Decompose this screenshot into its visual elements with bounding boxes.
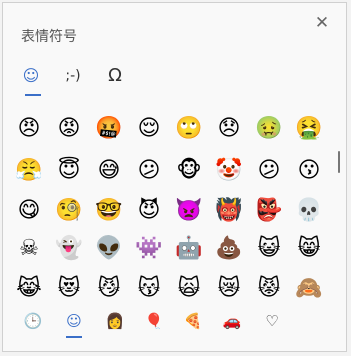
emoji-cell[interactable]: 😤 [11,153,47,189]
tab-symbols[interactable]: Ω [101,61,129,91]
emoji-cell[interactable]: 😅 [91,153,127,189]
emoji-cell[interactable]: 💩 [211,231,247,267]
emoji-grid: 😠 😡 🤬 😌 🙄 😞 🤢 🤮 😤 😇 😅 😕 🐵 🤡 😕 😗 😋 🧐 🤓 😈 👿 👹 👺 💀 ☠ 👻 👽 👾 🤖 💩 😺 😸 😹 😻 😼 😽 🙀 😿 😾 🙈 [11,105,331,301]
category-active-indicator [66,336,82,338]
emoji-row: 😋 🧐 🤓 😈 👿 👹 👺 💀 [11,193,331,229]
emoji-cell[interactable]: 😾 [251,271,287,301]
scrollbar[interactable] [338,151,340,173]
emoji-cell[interactable]: 😌 [131,111,167,147]
emoji-cell[interactable]: 😺 [251,231,287,267]
emoji-cell[interactable]: 😇 [51,153,87,189]
emoji-cell[interactable]: 😡 [51,111,87,147]
emoji-cell[interactable]: 🙈 [291,271,327,301]
tab-kaomoji[interactable]: ;-) [59,61,87,91]
emoji-cell[interactable]: 👹 [211,193,247,229]
emoji-cell[interactable]: 😗 [291,153,327,189]
category-bar: 🕒 ☺ 👩 🎈 🍕 🚗 ♡ [3,299,346,351]
emoji-cell[interactable]: 👻 [51,231,87,267]
category-recent-icon[interactable]: 🕒 [19,307,47,335]
emoji-cell[interactable]: 🤓 [91,193,127,229]
emoji-cell[interactable]: 😼 [91,271,127,301]
emoji-cell[interactable]: 😈 [131,193,167,229]
emoji-cell[interactable]: 🤮 [291,111,327,147]
category-transport-icon[interactable]: 🚗 [218,307,246,335]
emoji-cell[interactable]: 😽 [131,271,167,301]
emoji-cell[interactable]: 😞 [211,111,247,147]
category-symbols-icon[interactable]: ♡ [258,307,286,335]
emoji-cell[interactable]: 🙄 [171,111,207,147]
emoji-cell[interactable]: 🐵 [171,153,207,189]
emoji-panel: 表情符号 ✕ ☺ ;-) Ω 😠 😡 🤬 😌 🙄 😞 🤢 🤮 😤 😇 😅 😕 🐵 🤡 😕 😗 😋 🧐 🤓 😈 👿 👹 👺 💀 ☠… [2,2,347,352]
tab-emoji[interactable]: ☺ [17,61,45,91]
emoji-cell[interactable]: 💀 [291,193,327,229]
emoji-cell[interactable]: ☠ [11,231,47,267]
emoji-cell[interactable]: 😕 [131,153,167,189]
emoji-cell[interactable]: 👽 [91,231,127,267]
emoji-cell[interactable]: 🤢 [251,111,287,147]
emoji-row: 😹 😻 😼 😽 🙀 😿 😾 🙈 [11,271,331,301]
emoji-cell[interactable]: 🤖 [171,231,207,267]
emoji-row: ☠ 👻 👽 👾 🤖 💩 😺 😸 [11,231,331,267]
emoji-cell[interactable]: 🤬 [91,111,127,147]
emoji-cell[interactable]: 😹 [11,271,47,301]
emoji-cell[interactable]: 🙀 [171,271,207,301]
panel-title: 表情符号 [21,29,77,45]
emoji-cell[interactable]: 😻 [51,271,87,301]
emoji-cell[interactable]: 👾 [131,231,167,267]
tab-active-indicator [25,94,41,96]
emoji-cell[interactable]: 👺 [251,193,287,229]
emoji-cell[interactable]: 😸 [291,231,327,267]
emoji-cell[interactable]: 👿 [171,193,207,229]
emoji-row: 😠 😡 🤬 😌 🙄 😞 🤢 🤮 [11,111,331,147]
close-icon[interactable]: ✕ [312,13,332,33]
emoji-cell[interactable]: 😋 [11,193,47,229]
category-food-icon[interactable]: 🍕 [179,307,207,335]
emoji-cell[interactable]: 😕 [251,153,287,189]
emoji-row: 😤 😇 😅 😕 🐵 🤡 😕 😗 [11,153,331,189]
category-celebration-icon[interactable]: 🎈 [140,307,168,335]
emoji-cell[interactable]: 🧐 [51,193,87,229]
emoji-cell[interactable]: 🤡 [211,153,247,189]
category-people-icon[interactable]: 👩 [101,307,129,335]
emoji-cell[interactable]: 😠 [11,111,47,147]
category-smileys-icon[interactable]: ☺ [60,307,88,335]
emoji-cell[interactable]: 😿 [211,271,247,301]
